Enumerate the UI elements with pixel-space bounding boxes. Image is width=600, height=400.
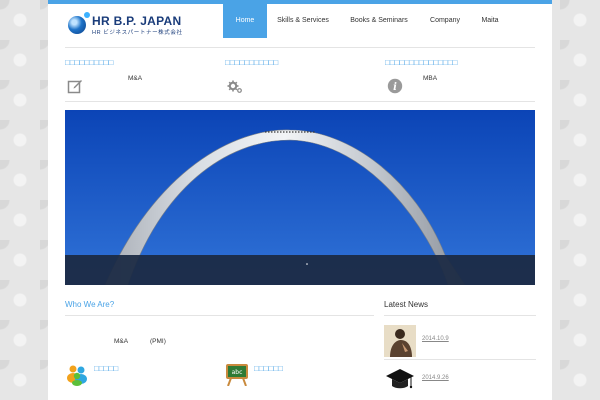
feature-divider	[65, 101, 535, 102]
who-heading-divider	[65, 315, 374, 316]
news-date[interactable]: 2014.10.9	[422, 336, 449, 342]
news-separator	[384, 359, 536, 360]
latest-news-heading: Latest News	[384, 300, 429, 309]
main-nav: Home Skills & Services Books & Seminars …	[223, 4, 509, 38]
page: HR B.P. JAPAN HR ビジネスパートナー株式会社 Home Skil…	[48, 0, 552, 400]
feature-1-text: M&A	[128, 75, 143, 82]
nav-item-company[interactable]: Company	[419, 4, 471, 38]
hero-image-gateway-arch	[65, 110, 535, 285]
news-heading-divider	[384, 315, 536, 316]
header-divider	[65, 47, 535, 48]
feature-3-title[interactable]: □□□□□□□□□□□□□□□	[385, 58, 457, 67]
people-icon	[67, 365, 87, 386]
thinking-person-thumbnail	[384, 325, 416, 357]
globe-icon	[68, 16, 86, 34]
feature-1-title[interactable]: □□□□□□□□□□	[65, 58, 113, 67]
feature-2: □□□□□□□□□□□	[225, 58, 385, 98]
who-item-2-title[interactable]: □□□□□□	[254, 364, 283, 373]
nav-item-books-seminars[interactable]: Books & Seminars	[339, 4, 419, 38]
who-text-ma: M&A	[114, 338, 129, 345]
feature-2-title[interactable]: □□□□□□□□□□□	[225, 58, 278, 67]
news-item[interactable]: 2014.10.9	[384, 325, 536, 360]
site-logo[interactable]: HR B.P. JAPAN HR ビジネスパートナー株式会社	[68, 12, 208, 38]
nav-item-home[interactable]: Home	[223, 4, 267, 38]
arch-illustration	[65, 110, 535, 285]
edit-icon	[67, 80, 82, 94]
info-icon: i	[387, 78, 403, 94]
svg-text:abc: abc	[232, 369, 243, 376]
nav-item-skills-services[interactable]: Skills & Services	[267, 4, 339, 38]
who-we-are-heading: Who We Are?	[65, 300, 115, 309]
nav-item-maita[interactable]: Maita	[471, 4, 509, 38]
news-date[interactable]: 2014.9.26	[422, 375, 449, 381]
feature-1: □□□□□□□□□□ M&A	[65, 58, 225, 98]
feature-3: □□□□□□□□□□□□□□□ i MBA	[385, 58, 545, 98]
news-item[interactable]: 2014.9.26	[384, 364, 536, 396]
logo-dot	[84, 12, 90, 18]
logo-title: HR B.P. JAPAN	[92, 14, 182, 28]
who-item-1-title[interactable]: □□□□□	[94, 364, 118, 373]
feature-3-text: MBA	[423, 75, 438, 82]
chalkboard-icon: abc	[226, 364, 248, 386]
gear-icon	[227, 80, 242, 93]
graduation-cap-thumbnail	[384, 364, 416, 396]
svg-text:i: i	[393, 82, 397, 93]
logo-subtitle: HR ビジネスパートナー株式会社	[92, 30, 183, 36]
who-text-pmi: (PMI)	[150, 338, 166, 345]
